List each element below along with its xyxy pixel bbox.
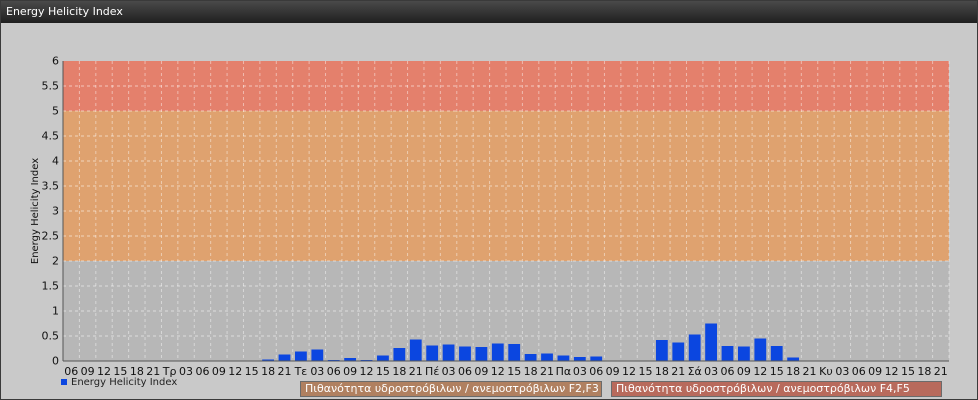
x-tick-label-34: 12 — [622, 365, 636, 378]
x-tick-label-36: 18 — [655, 365, 669, 378]
energy-helicity-chart: 0 0.5 1 1.5 2 2.5 3 3.5 4 4.5 5 5.5 6 06 09 12 15 18 21 Τρ… — [30, 55, 950, 378]
bar-28[interactable] — [524, 354, 537, 361]
x-tick-label-9: 09 — [212, 365, 226, 378]
y-tick-label-4: 2 — [52, 255, 59, 268]
x-tick-label-39: 03 — [704, 365, 718, 378]
x-tick-label-17: 09 — [343, 365, 357, 378]
bar-36[interactable] — [655, 340, 668, 361]
y-tick-label-12: 6 — [52, 55, 59, 68]
x-tick-label-21: 21 — [409, 365, 423, 378]
bar-22[interactable] — [426, 345, 439, 362]
x-tick-label-51: 15 — [901, 365, 915, 378]
x-tick-label-35: 15 — [638, 365, 652, 378]
x-tick-label-15: 03 — [310, 365, 324, 378]
bar-25[interactable] — [475, 347, 488, 361]
y-tick-labels: 0 0.5 1 1.5 2 2.5 3 3.5 4 4.5 5 5.5 6 — [42, 55, 60, 368]
x-tick-label-31: 03 — [573, 365, 587, 378]
x-tick-label-45: 21 — [803, 365, 817, 378]
y-axis-label: Energy Helicity Index — [30, 158, 41, 264]
x-tick-label-32: 06 — [589, 365, 603, 378]
bar-30[interactable] — [557, 355, 570, 362]
y-tick-label-7: 3.5 — [42, 180, 60, 193]
x-tick-label-23: 03 — [442, 365, 456, 378]
x-tick-label-50: 12 — [885, 365, 899, 378]
bar-14[interactable] — [295, 351, 307, 362]
x-tick-label-49: 09 — [868, 365, 882, 378]
x-tick-label-25: 09 — [474, 365, 488, 378]
x-tick-label-11: 15 — [245, 365, 259, 378]
legend-band-f2f3[interactable]: Πιθανότητα υδροστρόβιλων / ανεμοστρόβιλω… — [300, 381, 602, 397]
bar-32[interactable] — [590, 356, 603, 362]
bar-29[interactable] — [541, 353, 553, 362]
bar-23[interactable] — [442, 344, 455, 362]
y-tick-label-5: 2.5 — [42, 230, 60, 243]
bar-24[interactable] — [459, 346, 471, 362]
bar-20[interactable] — [393, 348, 406, 361]
panel-title: Energy Helicity Index — [1, 1, 977, 23]
x-tick-labels: 06 09 12 15 18 21 Τρ 03 06 09 12 15 18 21 Τε 03 06 09 12 15… — [64, 365, 948, 378]
x-tick-label-19: 15 — [376, 365, 390, 378]
bar-41[interactable] — [738, 346, 750, 362]
bar-43[interactable] — [770, 346, 783, 361]
bar-15[interactable] — [311, 349, 324, 362]
x-tick-label-13: 21 — [278, 365, 292, 378]
bar-31[interactable] — [573, 357, 586, 361]
x-tick-label-40: 06 — [721, 365, 735, 378]
x-tick-label-16: 06 — [327, 365, 341, 378]
x-tick-label-20: 18 — [392, 365, 406, 378]
x-tick-label-27: 15 — [507, 365, 521, 378]
x-tick-label-48: 06 — [852, 365, 866, 378]
x-tick-label-7: 03 — [179, 365, 193, 378]
x-tick-label-41: 09 — [737, 365, 751, 378]
y-tick-label-8: 4 — [52, 155, 59, 168]
x-tick-label-24: 06 — [458, 365, 472, 378]
x-tick-label-47: 03 — [835, 365, 849, 378]
x-tick-label-30: Πα — [556, 365, 572, 378]
bar-21[interactable] — [409, 339, 422, 362]
bar-44[interactable] — [787, 357, 800, 362]
x-tick-label-38: Σά — [688, 365, 702, 378]
bar-37[interactable] — [672, 342, 685, 362]
y-tick-label-11: 5.5 — [42, 80, 60, 93]
bar-19[interactable] — [377, 355, 389, 362]
bar-27[interactable] — [508, 344, 521, 361]
x-tick-label-10: 12 — [228, 365, 242, 378]
y-tick-label-0: 0 — [52, 355, 59, 368]
y-tick-label-3: 1.5 — [42, 280, 60, 293]
x-tick-label-44: 18 — [786, 365, 800, 378]
x-tick-label-43: 15 — [770, 365, 784, 378]
y-tick-label-6: 3 — [52, 205, 59, 218]
x-tick-label-42: 12 — [753, 365, 767, 378]
chart-panel: Energy Helicity Index 0 0.5 1 1.5 2 2.5 3 3.5 4 4… — [0, 0, 978, 400]
x-tick-label-46: Κυ — [819, 365, 833, 378]
x-tick-label-28: 18 — [524, 365, 538, 378]
x-tick-label-26: 12 — [491, 365, 505, 378]
bar-42[interactable] — [754, 338, 767, 362]
bar-40[interactable] — [721, 346, 734, 361]
y-tick-label-9: 4.5 — [42, 130, 60, 143]
legend-series-swatch — [61, 379, 67, 385]
bar-13[interactable] — [278, 354, 291, 362]
legend-series[interactable]: Energy Helicity Index — [61, 377, 177, 389]
y-tick-label-2: 1 — [52, 305, 59, 318]
y-tick-label-1: 0.5 — [42, 330, 60, 343]
bar-38[interactable] — [688, 334, 701, 362]
x-tick-label-14: Τε — [294, 365, 308, 378]
x-tick-label-18: 12 — [360, 365, 374, 378]
x-tick-label-53: 21 — [934, 365, 948, 378]
x-tick-label-52: 18 — [917, 365, 931, 378]
legend-band-f4f5[interactable]: Πιθανότητα υδροστρόβιλων / ανεμοστρόβιλω… — [611, 381, 942, 397]
bar-39[interactable] — [705, 323, 717, 362]
bar-26[interactable] — [491, 343, 504, 362]
legend-series-label: Energy Helicity Index — [71, 377, 178, 388]
x-tick-label-22: Πέ — [425, 365, 439, 378]
x-tick-label-29: 21 — [540, 365, 554, 378]
x-tick-label-8: 06 — [195, 365, 209, 378]
x-tick-label-12: 18 — [261, 365, 275, 378]
y-tick-label-10: 5 — [52, 105, 59, 118]
x-tick-label-37: 21 — [671, 365, 685, 378]
x-tick-label-33: 09 — [606, 365, 620, 378]
